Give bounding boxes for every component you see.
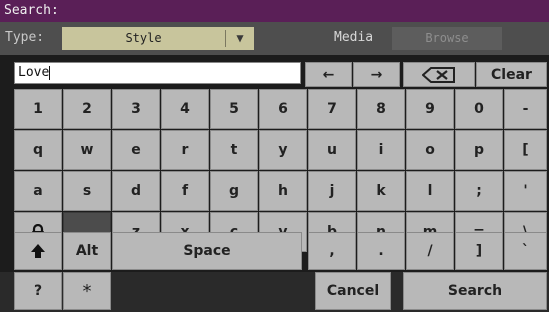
key-g[interactable]: g xyxy=(210,171,258,211)
key-i[interactable]: i xyxy=(357,130,405,170)
key-y[interactable]: y xyxy=(259,130,307,170)
key-question[interactable]: ? xyxy=(14,272,62,310)
search-button[interactable]: Search xyxy=(403,272,547,310)
key-6[interactable]: 6 xyxy=(259,89,307,129)
backspace-icon xyxy=(422,66,455,83)
type-select-value: Style xyxy=(125,31,162,45)
key-9[interactable]: 9 xyxy=(406,89,454,129)
space-button[interactable]: Space xyxy=(112,232,302,270)
key-backtick[interactable]: ` xyxy=(504,232,547,270)
key-s[interactable]: s xyxy=(63,171,111,211)
key-l[interactable]: l xyxy=(406,171,454,211)
text-caret xyxy=(49,65,51,80)
key-left-bracket[interactable]: [ xyxy=(504,130,547,170)
cancel-button[interactable]: Cancel xyxy=(315,272,391,310)
key-t[interactable]: t xyxy=(210,130,258,170)
key-apostrophe[interactable]: ' xyxy=(504,171,547,211)
key-comma[interactable]: , xyxy=(308,232,356,270)
key-2[interactable]: 2 xyxy=(63,89,111,129)
key-k[interactable]: k xyxy=(357,171,405,211)
key-a[interactable]: a xyxy=(14,171,62,211)
shift-button[interactable] xyxy=(14,232,62,270)
key-period[interactable]: . xyxy=(357,232,405,270)
chevron-down-icon[interactable]: ▼ xyxy=(226,27,254,50)
media-label: Media xyxy=(334,30,374,45)
key-semicolon[interactable]: ; xyxy=(455,171,503,211)
type-label: Type: xyxy=(5,30,45,45)
key-3[interactable]: 3 xyxy=(112,89,160,129)
key-w[interactable]: w xyxy=(63,130,111,170)
key-5[interactable]: 5 xyxy=(210,89,258,129)
shift-arrow-icon xyxy=(31,244,45,258)
key-4[interactable]: 4 xyxy=(161,89,209,129)
key-0[interactable]: 0 xyxy=(455,89,503,129)
key-p[interactable]: p xyxy=(455,130,503,170)
key-f[interactable]: f xyxy=(161,171,209,211)
key-7[interactable]: 7 xyxy=(308,89,356,129)
type-select[interactable]: Style ▼ xyxy=(62,27,254,50)
key-right-bracket[interactable]: ] xyxy=(455,232,503,270)
key-q[interactable]: q xyxy=(14,130,62,170)
search-input-value: Love xyxy=(18,65,50,80)
key-8[interactable]: 8 xyxy=(357,89,405,129)
browse-button[interactable]: Browse xyxy=(392,27,502,50)
key-h[interactable]: h xyxy=(259,171,307,211)
search-input[interactable]: Love xyxy=(14,62,301,84)
backspace-button[interactable] xyxy=(403,62,475,87)
key-asterisk[interactable]: * xyxy=(63,272,111,310)
key-e[interactable]: e xyxy=(112,130,160,170)
window-title: Search: xyxy=(4,3,59,18)
key-r[interactable]: r xyxy=(161,130,209,170)
cursor-right-button[interactable]: → xyxy=(353,62,400,87)
key-u[interactable]: u xyxy=(308,130,356,170)
cursor-left-button[interactable]: ← xyxy=(305,62,352,87)
key-j[interactable]: j xyxy=(308,171,356,211)
filter-bar: Type: Style ▼ Media Browse xyxy=(0,22,549,55)
key-slash[interactable]: / xyxy=(406,232,454,270)
key-minus[interactable]: - xyxy=(504,89,547,129)
key-o[interactable]: o xyxy=(406,130,454,170)
alt-button[interactable]: Alt xyxy=(63,232,111,270)
key-d[interactable]: d xyxy=(112,171,160,211)
title-bar: Search: xyxy=(0,0,549,22)
key-1[interactable]: 1 xyxy=(14,89,62,129)
clear-button[interactable]: Clear xyxy=(476,62,547,87)
